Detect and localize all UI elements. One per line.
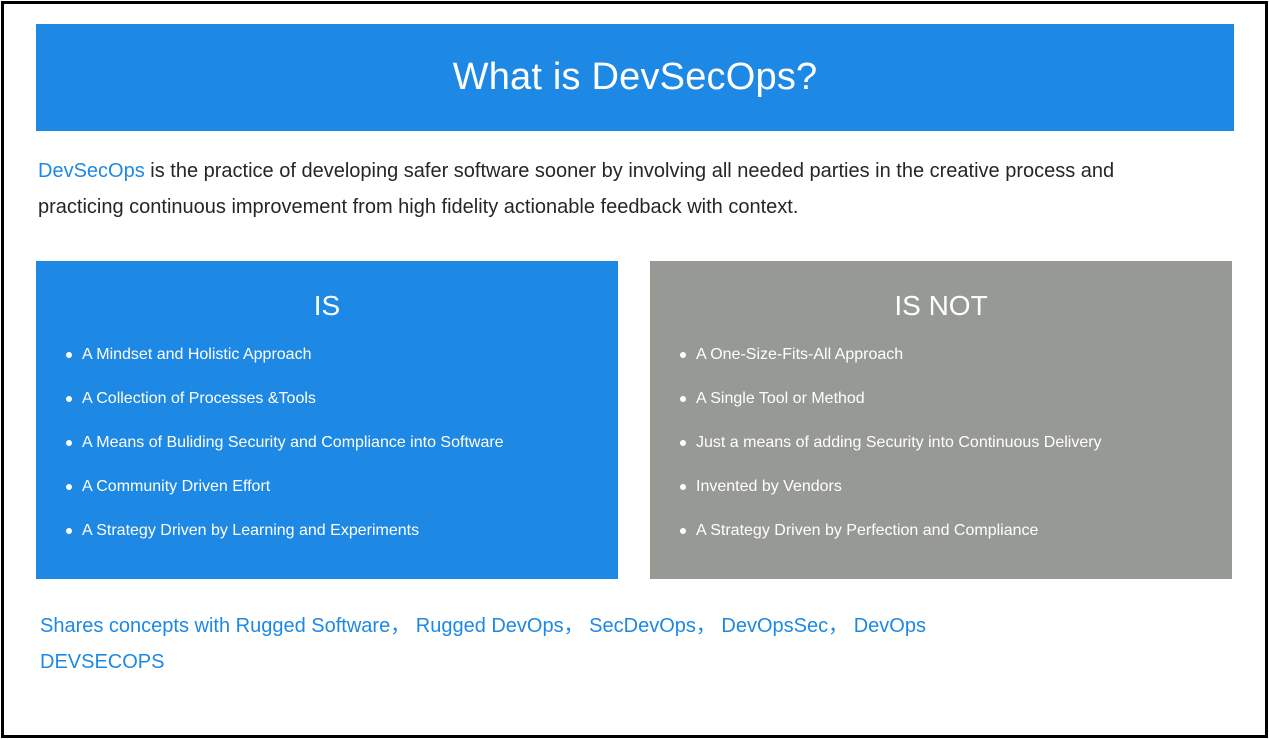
definition-text-2: practicing continuous improvement from h… [38, 196, 799, 218]
is-list-item: A Means of Buliding Security and Complia… [64, 433, 504, 453]
is-not-list-item: A Single Tool or Method [678, 389, 1102, 409]
bullet-icon [66, 484, 72, 490]
is-panel: IS A Mindset and Holistic Approach A Col… [36, 261, 618, 579]
is-list-item: A Strategy Driven by Learning and Experi… [64, 521, 504, 541]
is-not-item-label: A One-Size-Fits-All Approach [696, 346, 904, 363]
bullet-icon [66, 528, 72, 534]
bullet-icon [66, 396, 72, 402]
is-item-label: A Mindset and Holistic Approach [82, 346, 312, 363]
is-not-list-item: Just a means of adding Security into Con… [678, 433, 1102, 453]
bullet-icon [680, 484, 686, 490]
shares-line-2: DEVSECOPS [40, 651, 165, 673]
is-not-list-item: A One-Size-Fits-All Approach [678, 345, 1102, 365]
is-item-label: A Community Driven Effort [82, 478, 271, 495]
definition-term: DevSecOps [38, 160, 145, 182]
is-not-item-label: Invented by Vendors [696, 478, 842, 495]
bullet-icon [66, 440, 72, 446]
is-item-label: A Collection of Processes &Tools [82, 390, 316, 407]
is-not-list: A One-Size-Fits-All Approach A Single To… [678, 345, 1102, 565]
is-not-item-label: A Single Tool or Method [696, 390, 865, 407]
is-item-label: A Means of Buliding Security and Complia… [82, 434, 504, 451]
is-not-panel-title: IS NOT [894, 290, 988, 321]
is-not-list-item: A Strategy Driven by Perfection and Comp… [678, 521, 1102, 541]
bullet-icon [680, 396, 686, 402]
is-item-label: A Strategy Driven by Learning and Experi… [82, 522, 420, 539]
definition-line-1: DevSecOps is the practice of developing … [38, 153, 1248, 189]
is-list: A Mindset and Holistic Approach A Collec… [64, 345, 504, 565]
bullet-icon [680, 440, 686, 446]
title-banner: What is DevSecOps? [36, 24, 1234, 131]
is-list-item: A Mindset and Holistic Approach [64, 345, 504, 365]
shares-concepts-text: Shares concepts with Rugged Software， Ru… [40, 608, 926, 680]
is-not-list-item: Invented by Vendors [678, 477, 1102, 497]
is-not-panel: IS NOT A One-Size-Fits-All Approach A Si… [650, 261, 1232, 579]
is-not-item-label: A Strategy Driven by Perfection and Comp… [696, 522, 1039, 539]
definition-text-1: is the practice of developing safer soft… [144, 160, 1115, 182]
is-list-item: A Community Driven Effort [64, 477, 504, 497]
page-title: What is DevSecOps? [452, 56, 818, 98]
bullet-icon [66, 352, 72, 358]
definition-paragraph: DevSecOps is the practice of developing … [38, 153, 1248, 225]
bullet-icon [680, 528, 686, 534]
is-list-item: A Collection of Processes &Tools [64, 389, 504, 409]
is-panel-title: IS [313, 290, 341, 321]
bullet-icon [680, 352, 686, 358]
shares-line-1: Shares concepts with Rugged Software， Ru… [40, 615, 926, 637]
is-not-item-label: Just a means of adding Security into Con… [696, 434, 1102, 451]
